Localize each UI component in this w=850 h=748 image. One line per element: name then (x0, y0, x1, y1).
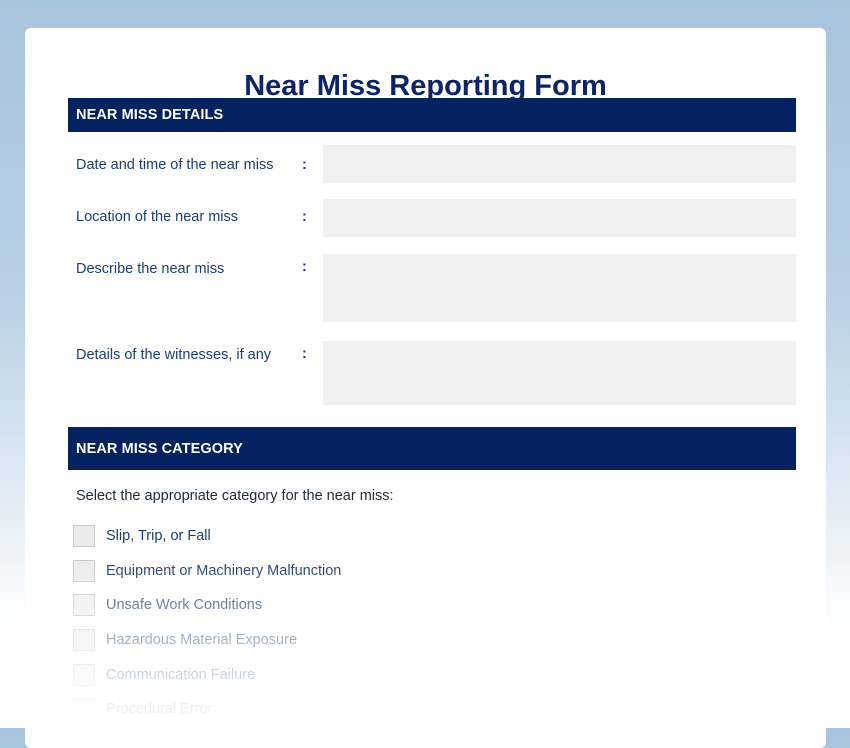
category-checkbox[interactable] (73, 698, 95, 720)
category-option-label: Slip, Trip, or Fall (106, 528, 211, 544)
form-title: Near Miss Reporting Form (244, 70, 607, 102)
witnesses-field[interactable] (323, 341, 796, 405)
field-label-description: Describe the near miss (76, 261, 225, 277)
category-option-label: Procedural Error (106, 701, 213, 717)
field-label-location: Location of the near miss (76, 209, 239, 225)
field-label-date-time: Date and time of the near miss (76, 157, 274, 173)
category-prompt: Select the appropriate category for the … (76, 488, 394, 504)
category-option-label: Communication Failure (106, 667, 256, 683)
category-option-procedural-error[interactable]: Procedural Error (73, 697, 212, 721)
location-field[interactable] (323, 199, 796, 237)
category-option-label: Hazardous Material Exposure (106, 632, 298, 648)
field-separator: : (302, 209, 307, 225)
field-separator: : (302, 259, 307, 275)
section-header-details: NEAR MISS DETAILS (68, 98, 796, 132)
category-checkbox[interactable] (73, 594, 95, 616)
field-label-witnesses: Details of the witnesses, if any (76, 347, 272, 363)
category-checkbox[interactable] (73, 560, 95, 582)
category-option-unsafe-conditions[interactable]: Unsafe Work Conditions (73, 593, 262, 617)
category-checkbox[interactable] (73, 629, 95, 651)
description-field[interactable] (323, 254, 796, 322)
date-time-field[interactable] (323, 145, 796, 183)
field-separator: : (302, 346, 307, 362)
category-checkbox[interactable] (73, 525, 95, 547)
field-separator: : (302, 157, 307, 173)
form-page: Near Miss Reporting Form NEAR MISS DETAI… (25, 28, 826, 748)
section-header-category: NEAR MISS CATEGORY (68, 427, 796, 470)
category-option-slip-trip-fall[interactable]: Slip, Trip, or Fall (73, 524, 211, 548)
category-option-label: Unsafe Work Conditions (106, 597, 263, 613)
category-option-communication-failure[interactable]: Communication Failure (73, 663, 255, 687)
category-option-equipment-malfunction[interactable]: Equipment or Machinery Malfunction (73, 559, 341, 583)
category-checkbox[interactable] (73, 664, 95, 686)
category-option-label: Equipment or Machinery Malfunction (106, 563, 342, 579)
category-option-hazardous-material[interactable]: Hazardous Material Exposure (73, 628, 297, 652)
